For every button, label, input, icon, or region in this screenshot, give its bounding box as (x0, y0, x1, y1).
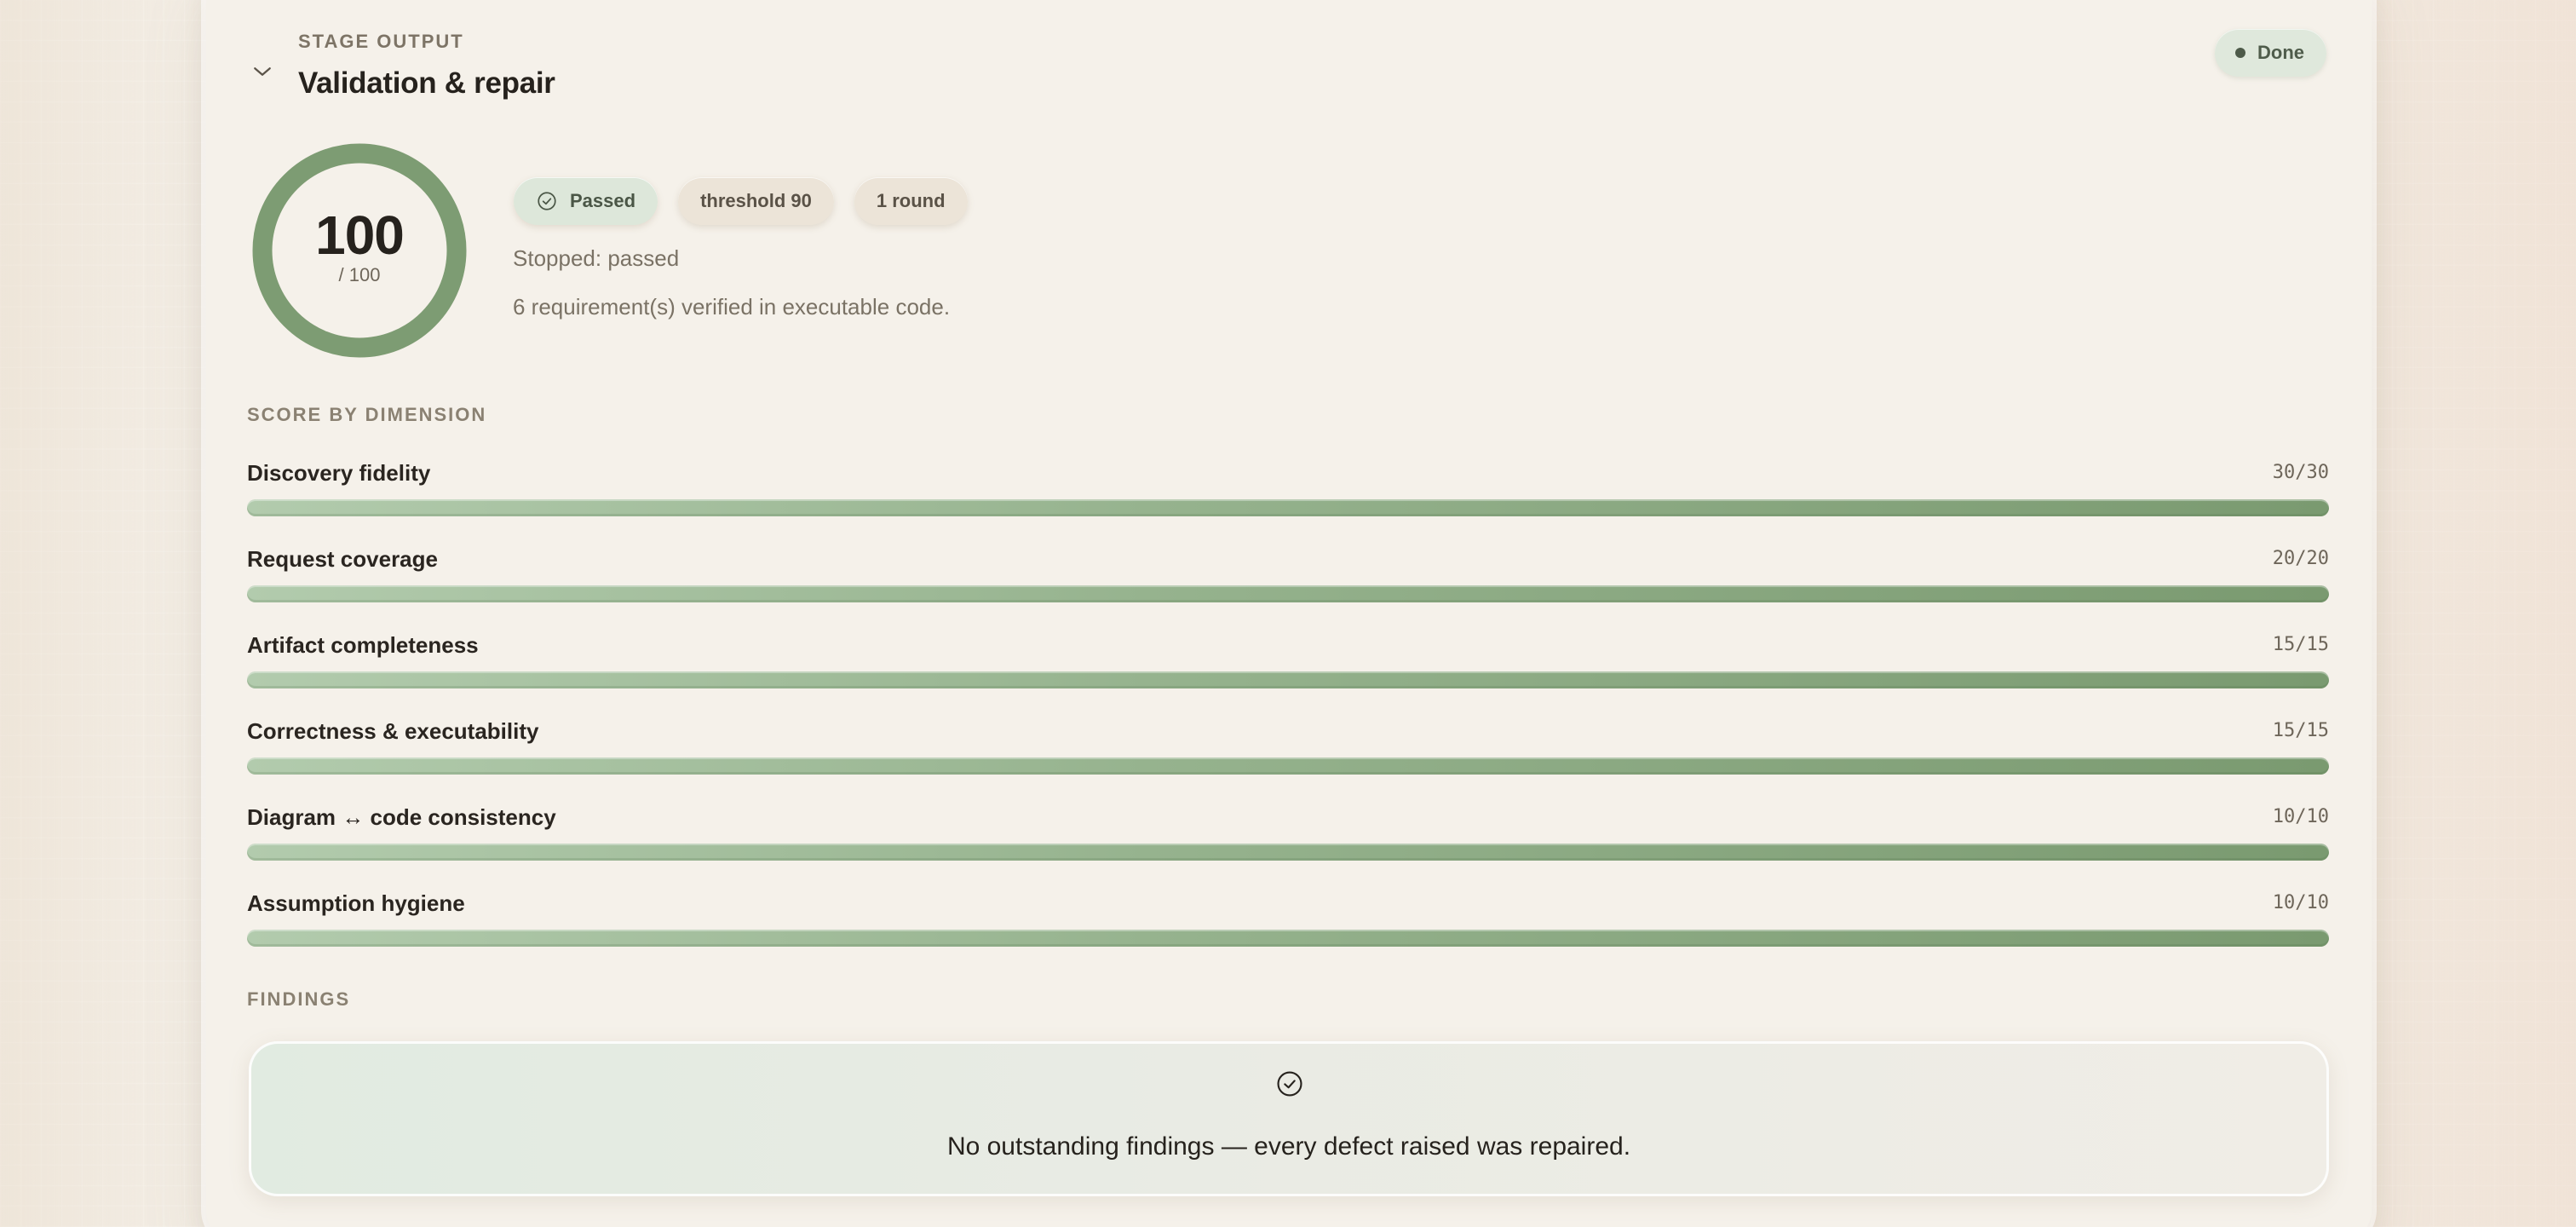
dimension-progress-fill (247, 585, 2329, 602)
findings-section-label: FINDINGS (247, 988, 351, 1010)
dimension-score: 20/20 (2272, 548, 2329, 569)
passed-chip: Passed (514, 177, 658, 225)
score-ring: 100 / 100 (252, 143, 467, 358)
dimension-section-label: SCORE BY DIMENSION (247, 404, 487, 425)
dimension-row: Request coverage 20/20 (247, 546, 2329, 606)
dimension-score: 10/10 (2272, 806, 2329, 827)
dimension-progress-fill (247, 671, 2329, 688)
check-circle-icon (538, 192, 556, 210)
dimension-progress-fill (247, 930, 2329, 947)
dimension-row: Diagram ↔ code consistency 10/10 (247, 804, 2329, 864)
dimension-row: Artifact completeness 15/15 (247, 632, 2329, 692)
dimension-name: Diagram ↔ code consistency (247, 804, 556, 830)
stage-title: Validation & repair (298, 66, 555, 100)
findings-empty-state: No outstanding findings — every defect r… (249, 1041, 2329, 1196)
dot-icon (2235, 48, 2245, 58)
dimension-progress-fill (247, 499, 2329, 516)
dimension-progress-fill (247, 758, 2329, 775)
verified-summary: 6 requirement(s) verified in executable … (513, 294, 951, 320)
status-badge: Done (2215, 29, 2326, 77)
dimension-row: Discovery fidelity 30/30 (247, 460, 2329, 520)
rounds-chip-label: 1 round (876, 190, 946, 211)
dimension-name: Correctness & executability (247, 718, 539, 744)
passed-chip-label: Passed (570, 190, 636, 211)
dimension-progress-track (247, 930, 2329, 947)
dimension-progress-track (247, 671, 2329, 688)
rounds-chip: 1 round (854, 177, 968, 225)
dimension-row: Correctness & executability 15/15 (247, 718, 2329, 778)
dimension-score: 30/30 (2272, 462, 2329, 483)
dimension-name: Discovery fidelity (247, 460, 431, 486)
result-chips: Passed threshold 90 1 round (514, 177, 968, 225)
dimension-score: 10/10 (2272, 892, 2329, 913)
dimension-score: 15/15 (2272, 634, 2329, 655)
dimension-score: 15/15 (2272, 720, 2329, 741)
dimension-progress-track (247, 499, 2329, 516)
dimension-name: Artifact completeness (247, 632, 479, 658)
dimension-progress-track (247, 844, 2329, 861)
threshold-chip-label: threshold 90 (700, 190, 812, 211)
dimension-progress-track (247, 585, 2329, 602)
dimension-row: Assumption hygiene 10/10 (247, 890, 2329, 950)
status-badge-label: Done (2257, 42, 2304, 63)
dimension-progress-fill (247, 844, 2329, 861)
stopped-reason: Stopped: passed (513, 245, 680, 271)
check-circle-icon (1277, 1071, 1302, 1097)
findings-message: No outstanding findings — every defect r… (946, 1132, 1631, 1161)
chevron-down-icon (254, 67, 271, 76)
dimension-name: Assumption hygiene (247, 890, 465, 916)
score-value: 100 (315, 204, 405, 266)
dimension-name: Request coverage (247, 546, 438, 572)
stage-kicker: STAGE OUTPUT (298, 31, 464, 52)
score-max: / 100 (338, 264, 381, 285)
threshold-chip: threshold 90 (678, 177, 834, 225)
dimension-progress-track (247, 758, 2329, 775)
collapse-toggle[interactable] (247, 56, 278, 87)
